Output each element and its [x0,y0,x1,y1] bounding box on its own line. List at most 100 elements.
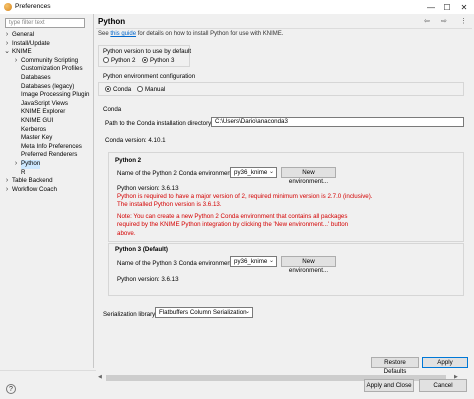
tree-item-label: R [21,168,26,176]
python2-env-label: Name of the Python 2 Conda environment [117,170,233,177]
maximize-button[interactable]: ☐ [440,1,454,13]
python2-env-select[interactable]: py36_knime ⌄ [230,167,277,178]
radio-python3[interactable]: Python 3 [142,57,174,64]
tree-item-label: Install/Update [12,39,50,47]
python3-env-label: Name of the Python 3 Conda environment [117,260,233,267]
pane-divider[interactable] [93,14,94,368]
restore-defaults-button[interactable]: Restore Defaults [371,357,419,375]
conda-heading: Conda [103,106,122,113]
collapsed-arrow-icon[interactable]: › [3,40,11,49]
python3-version: Python version: 3.6.13 [117,276,179,283]
tree-item-label: Kerberos [21,125,47,133]
apply-button[interactable]: Apply [422,357,468,368]
tree-item-label: Databases (legacy) [21,82,75,90]
collapsed-arrow-icon[interactable]: › [3,186,11,195]
radio-manual[interactable]: Manual [137,86,165,93]
python2-heading: Python 2 [115,157,142,164]
tree-item[interactable]: Master Key [3,134,93,143]
collapsed-arrow-icon[interactable]: › [3,31,11,40]
cancel-button[interactable]: Cancel [419,379,467,392]
serialization-select[interactable]: Flatbuffers Column Serialization ⌄ [155,307,253,318]
tree-item-label: KNIME Explorer [21,108,66,116]
env-config-label: Python environment configuration [103,73,196,80]
python3-env-select[interactable]: py36_knime ⌄ [230,256,277,267]
scroll-left-icon[interactable]: ◀ [98,374,102,380]
collapsed-arrow-icon[interactable]: › [12,57,20,66]
collapsed-arrow-icon[interactable]: › [3,177,11,186]
radio-python2[interactable]: Python 2 [103,57,135,64]
view-menu-icon[interactable]: ⋮ [460,17,467,25]
tree-item[interactable]: Meta Info Preferences [3,143,93,152]
forward-arrow-icon[interactable]: ⇨ [441,17,447,25]
conda-version: Conda version: 4.10.1 [105,137,166,144]
python3-new-env-button[interactable]: New environment... [281,256,336,274]
footer-divider [0,370,96,371]
tree-item-label: Table Backend [12,177,53,185]
python2-error: Python is required to have a major versi… [117,193,373,209]
radio-manual-indicator[interactable] [137,86,143,93]
tree-item[interactable]: ⌄ KNIME [3,48,93,57]
tree-item[interactable]: Databases [3,74,93,83]
chevron-down-icon: ⌄ [268,258,274,264]
tree-item[interactable]: › General [3,31,93,40]
tree-item-label: JavaScript Views [21,99,68,107]
page-title: Python [98,17,126,26]
expanded-arrow-icon[interactable]: ⌄ [3,48,11,57]
tree-item-label: KNIME GUI [21,116,54,124]
collapsed-arrow-icon[interactable]: › [12,160,20,169]
help-icon[interactable]: ? [6,384,16,394]
tree-item[interactable]: Kerberos [3,126,93,135]
chevron-down-icon: ⌄ [244,309,250,315]
tree-item[interactable]: › Table Backend [3,177,93,186]
conda-dir-input[interactable]: C:\Users\Dario\anaconda3 [211,117,464,127]
tree-item[interactable]: JavaScript Views [3,100,93,109]
vertical-scrollbar[interactable] [464,40,474,374]
python2-note: Note: You can create a new Python 2 Cond… [117,213,349,237]
tree-item-label: Community Scripting [21,56,79,64]
radio-conda-indicator[interactable] [105,86,111,93]
install-guide-link[interactable]: this guide [110,31,136,37]
filter-input[interactable]: type filter text [5,18,85,28]
tree-item[interactable]: KNIME Explorer [3,108,93,117]
header-divider [96,28,472,29]
back-arrow-icon[interactable]: ⇦ [424,17,430,25]
tree-item[interactable]: Customization Profiles [3,65,93,74]
conda-dir-label: Path to the Conda installation directory [105,120,212,127]
tree-item[interactable]: KNIME GUI [3,117,93,126]
python2-version: Python version: 3.6.13 [117,185,179,192]
tree-item[interactable]: Databases (legacy) [3,83,93,92]
tree-item-label: KNIME [12,48,32,56]
tree-item-label: Meta Info Preferences [21,142,82,150]
tree-item-label: Python [21,159,41,169]
chevron-down-icon: ⌄ [268,169,274,175]
tree-item[interactable]: Preferred Renderers [3,151,93,160]
tree-item-label: Customization Profiles [21,65,83,73]
tree-item[interactable]: › Install/Update [3,40,93,49]
tree-item-label: Workflow Coach [12,185,57,193]
radio-conda[interactable]: Conda [105,86,131,93]
preferences-tree: › General › Install/Update ⌄ KNIME › Community … [3,31,93,194]
python-version-label: Python version to use by default [103,48,192,55]
radio-python3-indicator[interactable] [142,57,148,64]
minimize-button[interactable]: — [424,1,438,13]
tree-item-label: Databases [21,73,51,81]
tree-item-label: Image Processing Plugin [21,91,90,99]
tree-item-label: General [12,31,35,38]
tree-item[interactable]: › Python [3,159,93,169]
tree-item[interactable]: › Community Scripting [3,57,93,66]
close-button[interactable]: ✕ [457,1,471,13]
apply-and-close-button[interactable]: Apply and Close [364,379,414,392]
install-hint: See this guide for details on how to ins… [98,31,284,37]
tree-item[interactable]: Image Processing Plugin [3,91,93,100]
tree-item[interactable]: › Workflow Coach [3,186,93,195]
radio-python2-indicator[interactable] [103,57,109,64]
window-title: Preferences [15,3,51,10]
python3-heading: Python 3 (Default) [115,246,168,253]
tree-item-label: Preferred Renderers [21,151,78,159]
serialization-label: Serialization library [103,311,156,318]
title-bar: Preferences — ☐ ✕ [0,0,474,14]
tree-item[interactable]: R [3,169,93,178]
python2-new-env-button[interactable]: New environment... [281,167,336,185]
app-icon [4,3,12,11]
tree-item-label: Master Key [21,134,53,142]
